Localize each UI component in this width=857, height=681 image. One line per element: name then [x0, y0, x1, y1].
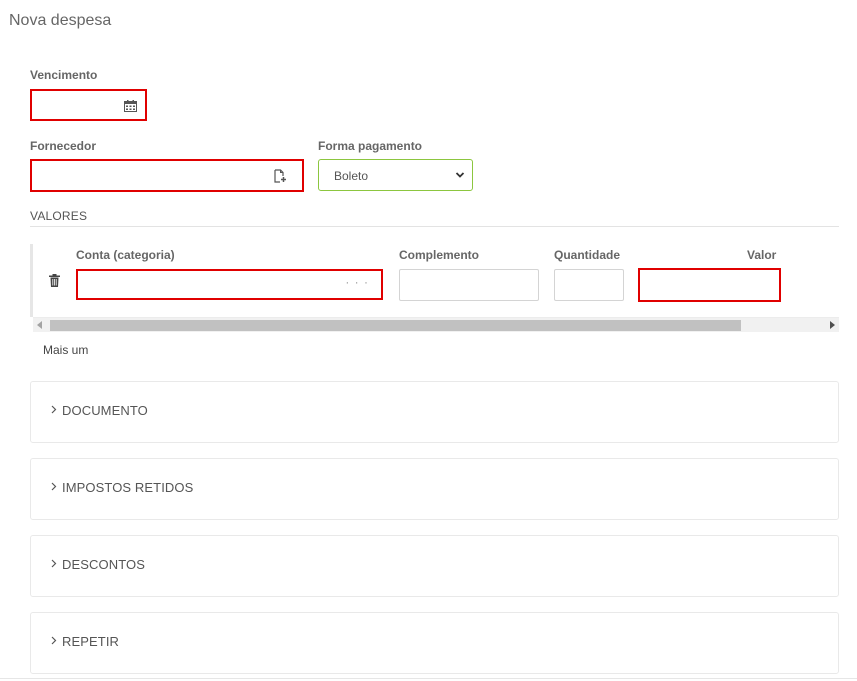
fornecedor-label: Fornecedor — [30, 139, 97, 153]
section-label: DESCONTOS — [62, 557, 146, 572]
valores-section-title: VALORES — [30, 209, 88, 223]
add-row-link[interactable]: Mais um — [43, 343, 88, 357]
trash-icon[interactable] — [49, 274, 60, 287]
section-documento[interactable]: DOCUMENTO — [30, 381, 839, 443]
forma-pagamento-label: Forma pagamento — [318, 139, 423, 153]
chevron-down-icon — [455, 172, 465, 178]
horizontal-scrollbar[interactable] — [33, 317, 839, 332]
conta-categoria-input[interactable]: · · · — [76, 269, 383, 300]
section-repetir[interactable]: REPETIR — [30, 612, 839, 674]
column-header-complemento: Complemento — [399, 248, 480, 262]
column-header-conta: Conta (categoria) — [76, 248, 175, 262]
forma-pagamento-select[interactable]: Boleto — [318, 159, 473, 191]
more-options-button[interactable]: · · · — [345, 275, 369, 289]
quantidade-input[interactable] — [554, 269, 624, 301]
section-impostos-retidos[interactable]: IMPOSTOS RETIDOS — [30, 458, 839, 520]
section-descontos[interactable]: DESCONTOS — [30, 535, 839, 597]
vencimento-date-input[interactable] — [30, 89, 147, 121]
chevron-right-icon — [51, 405, 57, 414]
forma-pagamento-selected-value: Boleto — [334, 169, 369, 183]
calendar-icon[interactable] — [124, 100, 137, 112]
section-divider — [30, 226, 839, 227]
column-header-quantidade: Quantidade — [554, 248, 621, 262]
complemento-input[interactable] — [399, 269, 539, 301]
chevron-right-icon — [51, 482, 57, 491]
column-header-valor: Valor — [747, 248, 777, 262]
add-document-icon[interactable] — [273, 169, 287, 183]
chevron-right-icon — [51, 636, 57, 645]
section-label: DOCUMENTO — [62, 403, 148, 418]
scroll-right-arrow-icon[interactable] — [830, 321, 835, 329]
scrollbar-thumb[interactable] — [50, 320, 741, 331]
chevron-right-icon — [51, 559, 57, 568]
page-title: Nova despesa — [9, 12, 112, 29]
vencimento-label: Vencimento — [30, 68, 98, 82]
row-indicator-bar — [30, 244, 33, 317]
scroll-left-arrow-icon[interactable] — [37, 321, 42, 329]
section-label: REPETIR — [62, 634, 120, 649]
section-label: IMPOSTOS RETIDOS — [62, 480, 194, 495]
fornecedor-input[interactable] — [30, 159, 304, 192]
bottom-divider — [0, 678, 857, 679]
valor-input[interactable] — [638, 268, 781, 302]
